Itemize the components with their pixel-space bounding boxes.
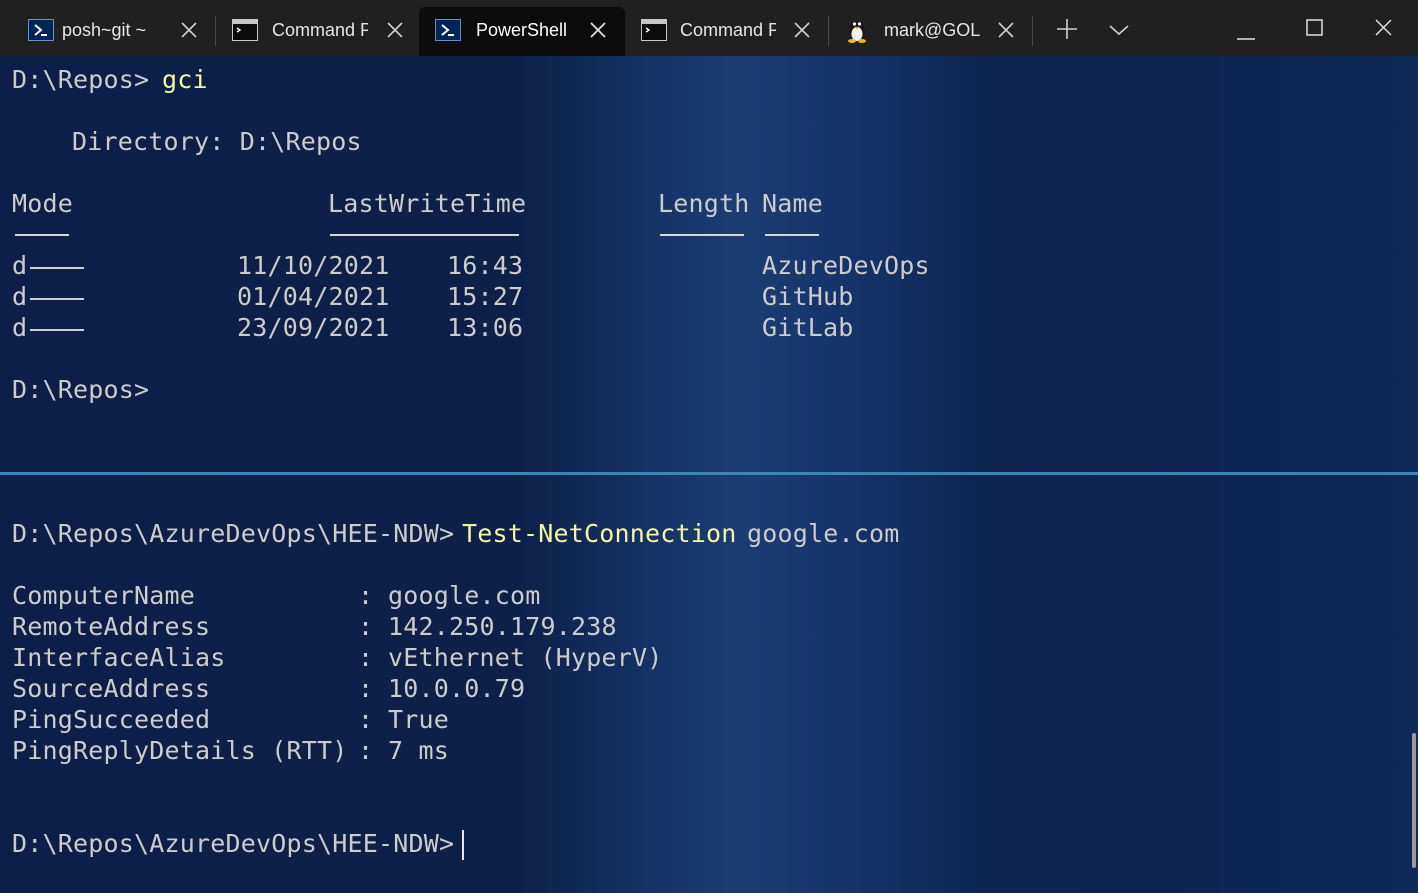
linux-penguin-icon <box>845 17 869 43</box>
minimize-icon[interactable] <box>1237 26 1255 45</box>
command-argument: google.com <box>747 519 900 548</box>
property-separator: : <box>358 643 374 672</box>
row-time: 13:06 <box>447 313 524 342</box>
chevron-down-icon[interactable] <box>1108 22 1130 41</box>
property-separator: : <box>358 674 374 703</box>
row-time: 15:27 <box>447 282 524 311</box>
property-key: SourceAddress <box>12 674 211 703</box>
close-icon[interactable] <box>180 21 198 39</box>
tab-label: Command P <box>680 20 776 40</box>
terminal-pane-top[interactable]: D:\Repos> gci Directory: D:\Repos Mode L… <box>0 56 1418 472</box>
text-cursor <box>462 830 464 860</box>
terminal-pane-bottom[interactable]: D:\Repos\AzureDevOps\HEE-NDW> Test-NetCo… <box>0 475 1418 893</box>
command-text: gci <box>162 65 208 94</box>
mode-dashes <box>30 298 84 300</box>
property-separator: : <box>358 736 374 765</box>
tab-command-prompt-1[interactable]: Command P <box>218 7 416 56</box>
tab-bar: posh~git ~ Command P PowerShell Command … <box>0 0 1418 56</box>
header-underline <box>660 234 744 236</box>
property-key: InterfaceAlias <box>12 643 226 672</box>
property-value: 142.250.179.238 <box>388 612 617 641</box>
new-tab-plus-icon[interactable] <box>1056 18 1078 44</box>
property-value: google.com <box>388 581 541 610</box>
property-key: PingSucceeded <box>12 705 211 734</box>
column-header-length: Length <box>658 189 750 218</box>
row-mode: d <box>12 282 28 311</box>
property-value: 10.0.0.79 <box>388 674 526 703</box>
command-prompt-icon <box>232 19 258 41</box>
property-value: True <box>388 705 450 734</box>
column-header-lastwritetime: LastWriteTime <box>328 189 527 218</box>
row-date: 23/09/2021 <box>237 313 390 342</box>
mode-dashes <box>30 267 84 269</box>
tab-command-prompt-2[interactable]: Command P <box>627 7 825 56</box>
tab-label: Command P <box>272 20 368 40</box>
scrollbar-thumb[interactable] <box>1412 733 1416 868</box>
header-underline <box>330 234 519 236</box>
property-value: 7 ms <box>388 736 450 765</box>
header-underline <box>15 234 69 236</box>
row-time: 16:43 <box>447 251 524 280</box>
row-mode: d <box>12 251 28 280</box>
prompt: D:\Repos> <box>12 65 150 94</box>
row-name: GitLab <box>762 313 854 342</box>
prompt: D:\Repos\AzureDevOps\HEE-NDW> <box>12 519 455 548</box>
header-underline <box>765 234 819 236</box>
property-separator: : <box>358 612 374 641</box>
tab-separator <box>215 16 216 46</box>
powershell-icon <box>435 19 461 41</box>
maximize-icon[interactable] <box>1306 19 1323 40</box>
column-header-name: Name <box>762 189 824 218</box>
row-date: 11/10/2021 <box>237 251 390 280</box>
tab-label: mark@GOLI <box>884 20 980 40</box>
column-header-mode: Mode <box>12 189 74 218</box>
command-text: Test-NetConnection <box>462 519 737 548</box>
tab-separator <box>1032 16 1033 46</box>
powershell-icon <box>28 19 54 41</box>
tab-linux[interactable]: mark@GOLI <box>831 7 1029 56</box>
property-value: vEthernet (HyperV) <box>388 643 663 672</box>
row-date: 01/04/2021 <box>237 282 390 311</box>
window-close-icon[interactable] <box>1375 19 1392 40</box>
command-prompt-icon <box>641 19 667 41</box>
close-icon[interactable] <box>589 21 607 39</box>
tab-label: posh~git ~ <box>62 20 147 40</box>
close-icon[interactable] <box>793 21 811 39</box>
close-icon[interactable] <box>997 21 1015 39</box>
property-separator: : <box>358 705 374 734</box>
property-separator: : <box>358 581 374 610</box>
property-key: ComputerName <box>12 581 196 610</box>
tab-label: PowerShell <box>476 20 568 40</box>
row-name: AzureDevOps <box>762 251 930 280</box>
prompt: D:\Repos\AzureDevOps\HEE-NDW> <box>12 829 455 858</box>
mode-dashes <box>30 329 84 331</box>
row-mode: d <box>12 313 28 342</box>
tab-powershell[interactable]: PowerShell <box>419 7 625 56</box>
close-icon[interactable] <box>386 21 404 39</box>
prompt: D:\Repos> <box>12 375 150 404</box>
tab-posh-git[interactable]: posh~git ~ <box>10 7 210 56</box>
row-name: GitHub <box>762 282 854 311</box>
directory-line: Directory: D:\Repos <box>72 127 362 156</box>
property-key: RemoteAddress <box>12 612 211 641</box>
property-key: PingReplyDetails (RTT) <box>12 736 348 765</box>
terminal-window: posh~git ~ Command P PowerShell Command … <box>0 0 1418 893</box>
tab-separator <box>828 16 829 46</box>
